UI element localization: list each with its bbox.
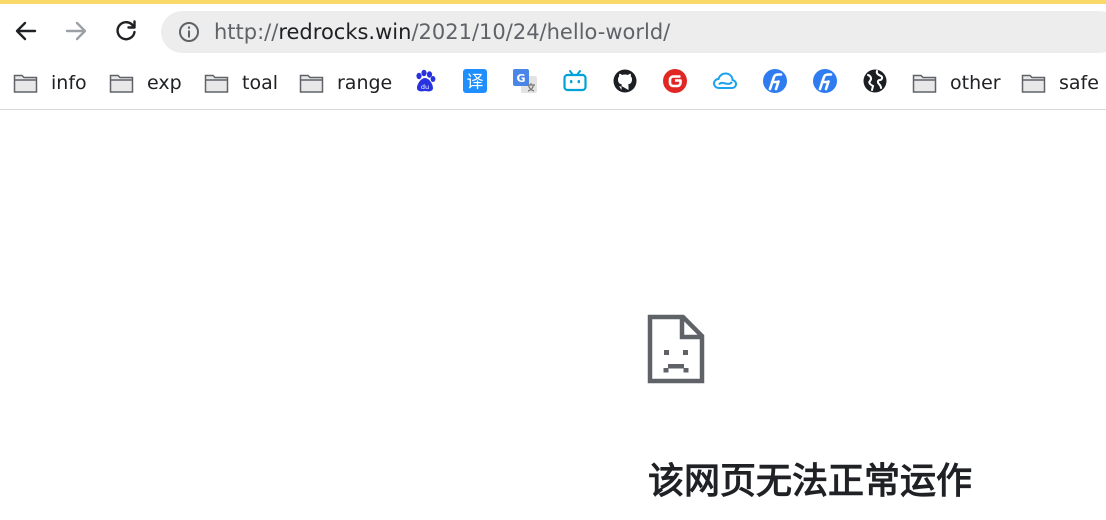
bookmark-google-translate[interactable]: G: [512, 68, 538, 94]
bookmark-fofa-2[interactable]: [812, 68, 838, 94]
bookmarks-bar: info exp toal range du 译 G other safe: [0, 59, 1106, 110]
arrow-right-icon: [65, 21, 87, 41]
site-info-icon[interactable]: [178, 21, 200, 43]
bookmark-label: other: [950, 72, 1001, 94]
reload-button[interactable]: [109, 14, 143, 48]
bookmark-bilibili[interactable]: [562, 68, 588, 94]
arrow-left-icon: [15, 21, 37, 41]
folder-icon: [912, 74, 937, 93]
bookmark-github[interactable]: [612, 68, 638, 94]
cloud-icon: [712, 72, 738, 89]
globe-icon: [863, 69, 887, 93]
bookmark-cloud[interactable]: [712, 68, 738, 94]
folder-icon: [204, 74, 229, 93]
gitee-icon: [663, 69, 687, 93]
bookmark-fofa-1[interactable]: [762, 68, 788, 94]
fofa-icon: [763, 69, 787, 93]
back-button[interactable]: [9, 14, 43, 48]
browser-toolbar: http://redrocks.win/2021/10/24/hello-wor…: [0, 4, 1106, 59]
github-icon: [613, 69, 637, 93]
forward-button[interactable]: [59, 14, 93, 48]
folder-icon: [109, 74, 134, 93]
google-translate-icon: G: [513, 69, 537, 93]
google-translate-icon-text: G: [516, 72, 525, 85]
url-scheme: http://: [214, 20, 279, 44]
bookmark-label: info: [51, 72, 87, 94]
url-path: /2021/10/24/hello-world/: [411, 20, 671, 44]
bookmark-label: toal: [242, 72, 278, 94]
translate-icon: 译: [463, 69, 487, 93]
bookmark-folder-range[interactable]: range: [299, 67, 392, 99]
bookmark-baidu[interactable]: du: [412, 68, 438, 94]
page-content: 该网页无法正常运作: [0, 110, 1106, 520]
baidu-paw-icon: du: [416, 69, 436, 92]
bookmark-folder-toal[interactable]: toal: [204, 67, 278, 99]
sad-document-icon: [647, 314, 705, 384]
bilibili-tv-icon: [563, 70, 587, 92]
bookmark-globe[interactable]: [862, 68, 888, 94]
fofa-icon: [813, 69, 837, 93]
bookmark-folder-other[interactable]: other: [912, 67, 1001, 99]
bookmark-translate[interactable]: 译: [462, 68, 488, 94]
error-title: 该网页无法正常运作: [648, 461, 973, 502]
url-host: redrocks.win: [278, 20, 412, 44]
folder-icon: [13, 74, 38, 93]
folder-icon: [299, 74, 324, 93]
bookmark-label: exp: [147, 72, 182, 94]
bookmark-label: range: [337, 72, 393, 94]
bookmark-folder-info[interactable]: info: [13, 67, 87, 99]
bookmark-folder-safe[interactable]: safe: [1021, 67, 1099, 99]
reload-icon: [116, 20, 136, 41]
url-text[interactable]: http://redrocks.win/2021/10/24/hello-wor…: [214, 11, 670, 53]
address-bar[interactable]: http://redrocks.win/2021/10/24/hello-wor…: [161, 11, 1106, 53]
bookmark-gitee[interactable]: [662, 68, 688, 94]
baidu-icon-text: du: [421, 83, 429, 91]
bookmark-label: safe: [1059, 72, 1099, 94]
translate-icon-text: 译: [467, 73, 484, 93]
bookmark-folder-exp[interactable]: exp: [109, 67, 182, 99]
folder-icon: [1021, 74, 1046, 93]
